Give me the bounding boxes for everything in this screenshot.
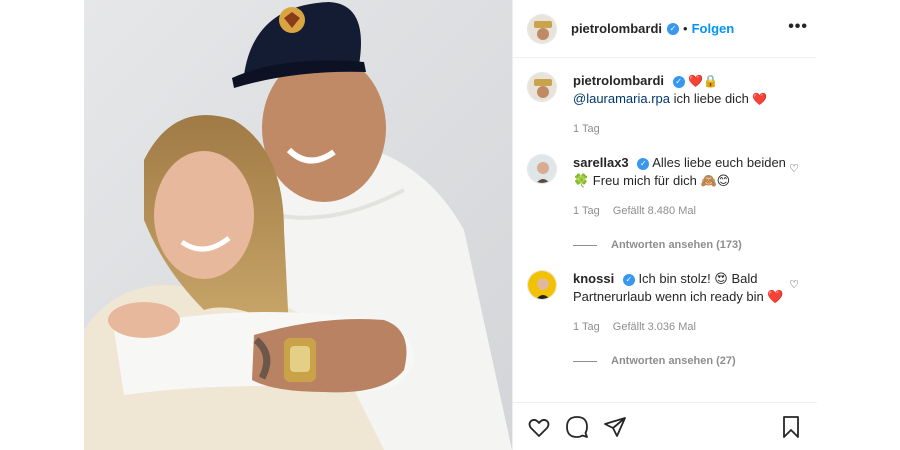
avatar[interactable] bbox=[527, 154, 557, 184]
post-sidebar: pietrolombardi ✓ • Folgen ••• pietrolomb… bbox=[512, 0, 817, 450]
comment-body: knossi ✓ Ich bin stolz! 😍 Bald Partnerur… bbox=[573, 270, 793, 370]
heart-icon[interactable] bbox=[527, 415, 551, 439]
comments-list[interactable]: pietrolombardi ✓ ❤️🔒 @lauramaria.rpa ich… bbox=[513, 72, 817, 402]
verified-badge-icon: ✓ bbox=[622, 273, 635, 286]
avatar[interactable] bbox=[527, 270, 557, 300]
comment-icon[interactable] bbox=[565, 415, 589, 439]
comment: sarellax3 ✓ Alles liebe euch beiden 🍀 Fr… bbox=[527, 154, 803, 254]
comment-like-heart-icon[interactable]: ♡ bbox=[789, 162, 799, 175]
caption-text: ich liebe dich bbox=[673, 91, 749, 106]
divider bbox=[573, 244, 597, 246]
verified-badge-icon: ✓ bbox=[667, 22, 680, 35]
comment-time[interactable]: 1 Tag bbox=[573, 321, 600, 333]
verified-badge-icon: ✓ bbox=[637, 157, 650, 170]
caption-time[interactable]: 1 Tag bbox=[573, 123, 600, 135]
avatar[interactable] bbox=[527, 72, 557, 102]
separator-dot: • bbox=[683, 21, 688, 36]
comment-username[interactable]: knossi bbox=[573, 271, 614, 286]
caption-body: pietrolombardi ✓ ❤️🔒 @lauramaria.rpa ich… bbox=[573, 72, 793, 138]
caption-emoji: ❤️🔒 bbox=[688, 74, 719, 88]
comment-likes[interactable]: Gefällt 8.480 Mal bbox=[613, 205, 696, 217]
mention-link[interactable]: @lauramaria.rpa bbox=[573, 91, 670, 106]
comment: knossi ✓ Ich bin stolz! 😍 Bald Partnerur… bbox=[527, 270, 803, 370]
view-replies-button[interactable]: Antworten ansehen (27) bbox=[573, 352, 793, 370]
view-replies-label: Antworten ansehen (27) bbox=[611, 355, 736, 367]
couple-photo-illustration bbox=[84, 0, 512, 450]
follow-button[interactable]: Folgen bbox=[692, 21, 735, 36]
view-replies-label: Antworten ansehen (173) bbox=[611, 239, 742, 251]
heart-emoji: ❤️ bbox=[752, 92, 768, 106]
comment-time[interactable]: 1 Tag bbox=[573, 205, 600, 217]
post-actions-bar bbox=[513, 402, 817, 450]
more-options-icon[interactable]: ••• bbox=[788, 18, 808, 36]
post-photo[interactable] bbox=[84, 0, 512, 450]
bookmark-icon[interactable] bbox=[779, 415, 803, 439]
comment-body: sarellax3 ✓ Alles liebe euch beiden 🍀 Fr… bbox=[573, 154, 793, 254]
caption: pietrolombardi ✓ ❤️🔒 @lauramaria.rpa ich… bbox=[527, 72, 803, 138]
comment-like-heart-icon[interactable]: ♡ bbox=[789, 278, 799, 291]
avatar[interactable] bbox=[527, 13, 557, 44]
header-username[interactable]: pietrolombardi bbox=[571, 21, 662, 36]
view-replies-button[interactable]: Antworten ansehen (173) bbox=[573, 236, 793, 254]
comment-username[interactable]: sarellax3 bbox=[573, 155, 629, 170]
caption-username[interactable]: pietrolombardi bbox=[573, 73, 664, 88]
post-header: pietrolombardi ✓ • Folgen ••• bbox=[513, 0, 816, 58]
verified-badge-icon: ✓ bbox=[672, 75, 685, 88]
instagram-post: pietrolombardi ✓ • Folgen ••• pietrolomb… bbox=[84, 0, 817, 450]
comment-likes[interactable]: Gefällt 3.036 Mal bbox=[613, 321, 696, 333]
divider bbox=[573, 360, 597, 362]
share-icon[interactable] bbox=[603, 415, 627, 439]
